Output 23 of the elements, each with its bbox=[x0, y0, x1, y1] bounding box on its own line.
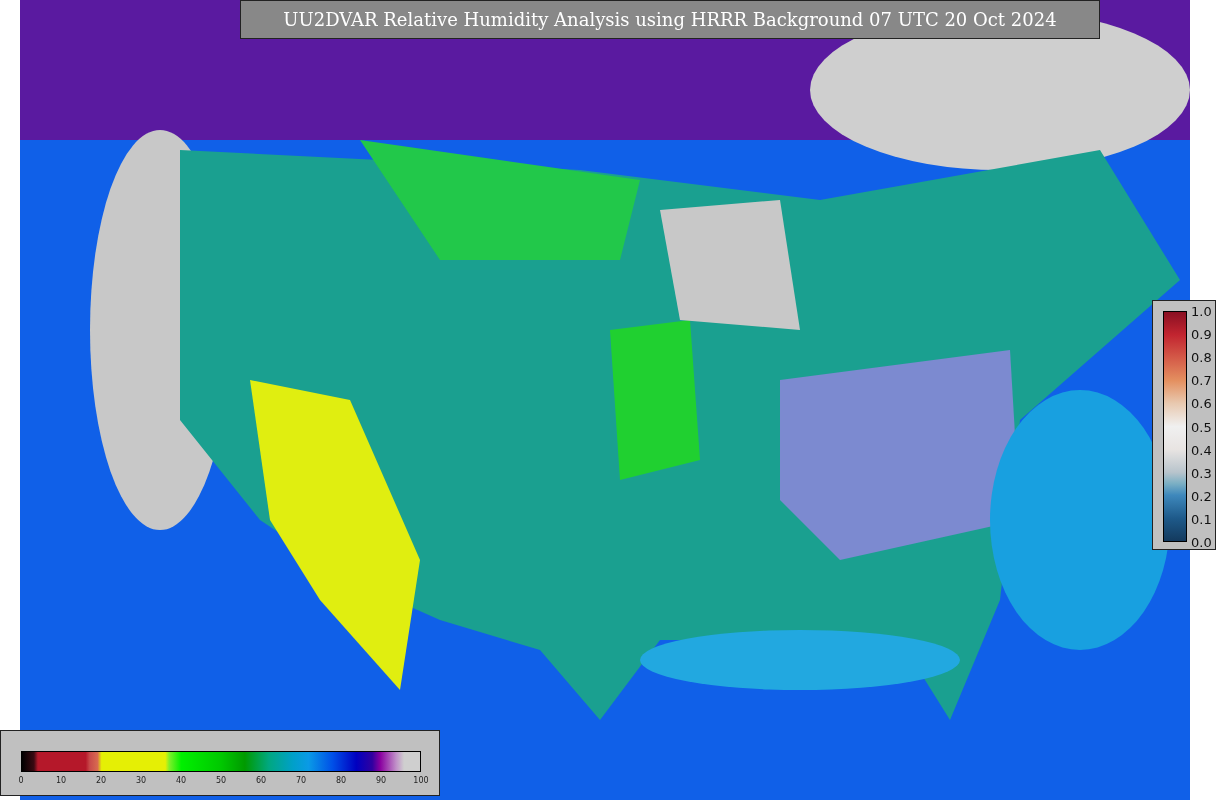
tick-label: 90 bbox=[375, 776, 387, 785]
tick-label: 0 bbox=[18, 776, 24, 785]
tick-label: 60 bbox=[255, 776, 267, 785]
tick-label: 0.6 bbox=[1191, 395, 1212, 411]
tick-label: 80 bbox=[335, 776, 347, 785]
tick-label: 0.9 bbox=[1191, 326, 1212, 342]
tick-label: 0.8 bbox=[1191, 349, 1212, 365]
tick-label: 70 bbox=[295, 776, 307, 785]
tick-label: 0.7 bbox=[1191, 372, 1212, 388]
tick-label: 40 bbox=[175, 776, 187, 785]
tick-label: 100 bbox=[413, 776, 429, 785]
tick-label: 10 bbox=[55, 776, 67, 785]
tick-label: 0.5 bbox=[1191, 419, 1212, 434]
tick-label: 0.4 bbox=[1191, 442, 1212, 458]
tick-label: 0.1 bbox=[1191, 511, 1212, 527]
tick-label: 0.3 bbox=[1191, 465, 1212, 481]
tick-label: 1.0 bbox=[1191, 303, 1212, 319]
tick-label: 20 bbox=[95, 776, 107, 785]
tick-label: 30 bbox=[135, 776, 147, 785]
tick-label: 0.0 bbox=[1191, 534, 1212, 550]
tick-label: 0.2 bbox=[1191, 488, 1212, 504]
tick-label: 50 bbox=[215, 776, 227, 785]
map-title: UU2DVAR Relative Humidity Analysis using HRRR Background 07 UTC 20 Oct 2024 bbox=[240, 0, 1100, 39]
